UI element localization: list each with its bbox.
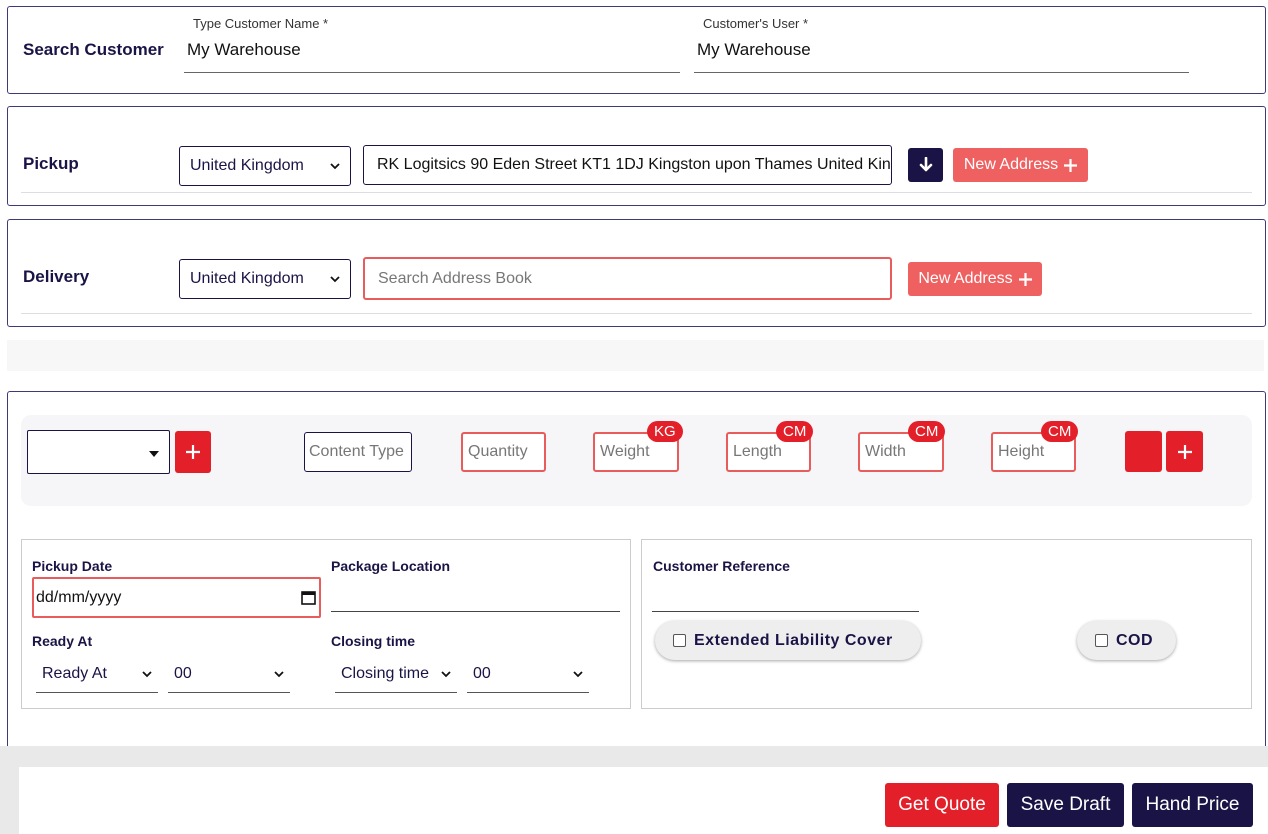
width-unit-badge: CM (908, 421, 946, 442)
delivery-new-address-button[interactable]: New Address (908, 262, 1042, 296)
add-package-button[interactable] (1166, 431, 1203, 472)
pickup-date-placeholder: dd/mm/yyyy (36, 588, 122, 606)
customer-user-input[interactable]: My Warehouse (694, 40, 1189, 73)
closing-time-minute-select[interactable]: 00 (467, 656, 589, 693)
ready-at-hour-select[interactable]: Ready At (36, 656, 158, 693)
closing-time-hour-select[interactable]: Closing time (335, 656, 457, 693)
chevron-down-icon (330, 276, 340, 283)
closing-time-label: Closing time (331, 633, 416, 649)
delivery-divider (21, 313, 1252, 314)
delivery-country-select[interactable]: United Kingdom (179, 259, 351, 299)
add-package-type-button[interactable] (175, 431, 211, 473)
delivery-country-value: United Kingdom (190, 270, 304, 287)
chevron-down-icon (142, 671, 152, 678)
pickup-date-input[interactable]: dd/mm/yyyy (32, 577, 321, 618)
save-draft-button[interactable]: Save Draft (1007, 783, 1124, 827)
closing-time-minute-value: 00 (473, 665, 491, 682)
extended-liability-toggle[interactable]: Extended Liability Cover (655, 621, 921, 660)
closing-time-hour-value: Closing time (341, 665, 430, 682)
delivery-address-search-input[interactable]: Search Address Book (363, 257, 892, 300)
cod-label: COD (1116, 631, 1154, 649)
pickup-expand-button[interactable] (908, 148, 943, 182)
delivery-new-address-label: New Address (918, 270, 1013, 287)
plus-icon (186, 445, 200, 459)
customer-name-label: Type Customer Name * (193, 16, 329, 31)
arrow-down-icon (919, 157, 932, 172)
pickup-label: Pickup (23, 154, 79, 173)
chevron-down-icon (330, 163, 340, 170)
package-type-select[interactable] (27, 430, 170, 474)
plus-icon (1177, 444, 1192, 459)
pickup-address-input[interactable]: RK Logitsics 90 Eden Street KT1 1DJ King… (363, 145, 892, 185)
customer-reference-label: Customer Reference (653, 558, 790, 574)
pickup-date-label: Pickup Date (32, 558, 113, 574)
plus-icon (1018, 272, 1032, 286)
pickup-country-value: United Kingdom (190, 157, 304, 174)
content-type-input[interactable]: Content Type (304, 432, 412, 472)
length-unit-badge: CM (776, 421, 814, 442)
get-quote-button[interactable]: Get Quote (885, 783, 999, 827)
search-customer-label: Search Customer (23, 40, 164, 59)
quantity-input[interactable]: Quantity (461, 432, 546, 472)
ready-at-hour-value: Ready At (42, 665, 107, 682)
package-location-label: Package Location (331, 558, 451, 574)
calendar-icon[interactable] (301, 590, 316, 605)
ready-at-minute-select[interactable]: 00 (168, 656, 290, 693)
plus-icon (1064, 158, 1078, 172)
hand-price-button[interactable]: Hand Price (1132, 783, 1253, 827)
customer-name-input[interactable]: My Warehouse (184, 40, 680, 73)
chevron-down-icon (573, 671, 583, 678)
cod-checkbox[interactable] (1095, 634, 1108, 647)
weight-unit-badge: KG (647, 421, 683, 442)
pickup-new-address-label: New Address (963, 156, 1059, 173)
remove-package-button[interactable] (1125, 431, 1162, 472)
pickup-divider (21, 192, 1252, 193)
ready-at-minute-value: 00 (174, 665, 192, 682)
chevron-down-icon (274, 671, 284, 678)
cod-toggle[interactable]: COD (1077, 621, 1176, 660)
pickup-new-address-button[interactable]: New Address (953, 148, 1088, 182)
height-unit-badge: CM (1041, 421, 1079, 442)
package-location-input[interactable] (331, 580, 620, 612)
ready-at-label: Ready At (32, 633, 93, 649)
caret-down-icon (149, 451, 159, 457)
chevron-down-icon (441, 671, 451, 678)
customer-user-label: Customer's User * (703, 16, 809, 31)
section-spacer (7, 340, 1264, 371)
extended-liability-checkbox[interactable] (673, 634, 686, 647)
customer-reference-input[interactable] (652, 580, 919, 612)
pickup-country-select[interactable]: United Kingdom (179, 146, 351, 186)
delivery-label: Delivery (23, 267, 90, 286)
extended-liability-label: Extended Liability Cover (694, 631, 893, 649)
